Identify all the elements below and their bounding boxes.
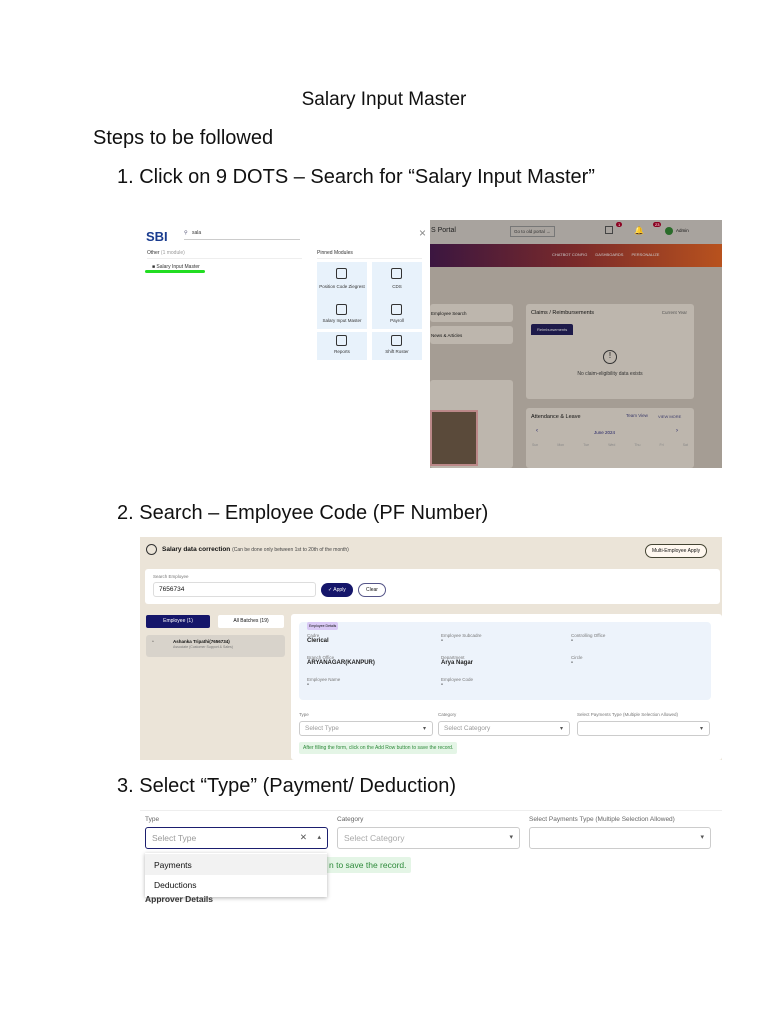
portal-nav: CHATBOT CONFIG DASHBOARDS PERSONALIZE (552, 252, 659, 257)
other-heading: Other (1 module) (147, 250, 302, 259)
type-label: Type (299, 712, 309, 717)
info-message: n to save the record. (325, 857, 411, 873)
attendance-card: Attendance & Leave Team View VIEW MORE ‹… (526, 408, 694, 468)
team-view-link[interactable]: Team View (626, 413, 648, 418)
info-icon: ! (603, 350, 617, 364)
salary-icon (336, 304, 347, 315)
pinned-position-code[interactable]: Position Code Ziegrest (317, 262, 367, 304)
details-badge: Employee Details (307, 622, 339, 630)
admin-label: Admin (676, 228, 689, 233)
category-select[interactable]: Select Category ▾ (438, 721, 570, 736)
pinned-salary-input-master[interactable]: Salary Input Master (317, 301, 367, 329)
pinned-cds[interactable]: CDS (372, 262, 422, 304)
tab-all-batches[interactable]: All Batches (19) (218, 615, 284, 628)
org-chart-icon (336, 268, 347, 279)
chevron-up-icon[interactable]: ▴ (317, 833, 321, 841)
step-3: 3. Select “Type” (Payment/ Deduction) (117, 775, 457, 797)
bell-icon[interactable]: 🔔 (634, 226, 644, 235)
news-card[interactable]: News & Articles (430, 326, 513, 344)
module-search-input[interactable]: ⚲ sala (184, 230, 300, 240)
broken-image-icon: ▫ (152, 639, 154, 645)
calendar-icon (391, 335, 402, 346)
cadre-value: Clerical (307, 638, 329, 644)
pinned-payroll[interactable]: Payroll (372, 301, 422, 329)
type-dropdown-menu: Payments Deductions (145, 853, 327, 897)
apply-button[interactable]: ✓ Apply (321, 583, 353, 597)
attendance-title: Attendance & Leave (531, 414, 581, 420)
employee-list-item[interactable]: ▫ Ashanka Tripathi(7656734) Associate (C… (146, 635, 285, 657)
reimbursements-tab[interactable]: Reimbursements (531, 324, 574, 335)
nav-personalize[interactable]: PERSONALIZE (631, 252, 659, 257)
screenshot-salary-correction: Salary data correction (Can be done only… (140, 537, 722, 760)
type-label: Type (145, 816, 160, 823)
notification-count: 23 (653, 222, 662, 227)
category-label: Category (337, 816, 364, 823)
employee-name: Ashanka Tripathi(7656734) (173, 639, 230, 644)
type-select[interactable]: Select Type ▾ (299, 721, 433, 736)
prev-month-icon[interactable]: ‹ (536, 428, 538, 434)
document-title: Salary Input Master (301, 89, 467, 110)
employee-search-card[interactable]: Employee Search (430, 304, 513, 322)
other-count: (1 module) (160, 250, 185, 256)
branch-value: ARYANAGAR(KANPUR) (307, 660, 375, 666)
employee-role: Associate (Customer Support & Sales) (173, 645, 233, 649)
pinned-reports[interactable]: Reports (317, 332, 367, 360)
portal-title: S Portal (431, 227, 456, 234)
search-employee-label: Search Employee (153, 574, 189, 579)
step-2: 2. Search – Employee Code (PF Number) (117, 502, 489, 524)
category-select[interactable]: Select Category ▾ (337, 827, 520, 849)
profile-photo (430, 410, 478, 466)
payments-type-label: Select Payments Type (Multiple Selection… (529, 816, 675, 823)
next-month-icon[interactable]: › (676, 428, 678, 434)
highlight-underline (145, 270, 205, 273)
sbi-logo: SBI (146, 229, 168, 244)
claims-card: Claims / Reimbursements Current Year Rei… (526, 304, 694, 399)
nav-dashboards[interactable]: DASHBOARDS (595, 252, 623, 257)
cds-icon (391, 268, 402, 279)
screenshot-module-search: SBI ⚲ sala × Other (1 module) ■ Salary In… (140, 220, 430, 468)
info-message: After filling the form, click on the Add… (299, 742, 458, 754)
payroll-icon (391, 304, 402, 315)
profile-card (430, 380, 513, 468)
employee-details-panel: Employee Details Cadre Clerical Employee … (299, 622, 711, 700)
report-icon (336, 335, 347, 346)
department-value: Arya Nagar (441, 660, 474, 666)
screenshot-type-dropdown: Type Select Type ✕ ▴ Category Select Categ… (140, 808, 722, 905)
avatar[interactable] (665, 227, 673, 235)
page-header: Salary data correction (Can be done only… (162, 546, 349, 553)
type-select-open[interactable]: Select Type ✕ ▴ (145, 827, 328, 849)
period-select[interactable]: Current Year (662, 310, 687, 315)
claims-title: Claims / Reimbursements (531, 310, 594, 316)
step-1: 1. Click on 9 DOTS – Search for “Salary … (117, 166, 595, 188)
pinned-heading: Pinned Modules (317, 250, 422, 259)
clipboard-icon[interactable] (605, 226, 613, 234)
payments-type-select[interactable]: ▾ (577, 721, 710, 736)
search-value: sala (192, 230, 202, 236)
multi-employee-apply-button[interactable]: Multi-Employee Apply (645, 544, 708, 558)
old-portal-button[interactable]: Go to old portal → (510, 226, 555, 237)
option-payments[interactable]: Payments (145, 854, 327, 875)
user-icon (146, 544, 157, 555)
claims-empty-text: No claim-eligibility data exists (577, 371, 643, 377)
search-employee-input[interactable]: 7656734 (153, 582, 316, 597)
tab-employee[interactable]: Employee (1) (146, 615, 210, 628)
option-deductions[interactable]: Deductions (145, 875, 327, 896)
steps-heading: Steps to be followed (93, 127, 274, 149)
search-icon: ⚲ (184, 230, 188, 236)
payments-type-label: Select Payments Type (Multiple Selection… (577, 712, 678, 717)
weekday-row: Sun Mon Tue Wed Thu Fri Sat (532, 443, 688, 447)
screenshot-portal-dimmed: S Portal Go to old portal → 1 🔔 23 Admin… (430, 220, 722, 468)
other-label: Other (147, 250, 160, 256)
approver-details-heading: Approver Details (145, 894, 214, 904)
pinned-shift-roster[interactable]: Shift Roster (372, 332, 422, 360)
nav-chatbot[interactable]: CHATBOT CONFIG (552, 252, 587, 257)
clear-icon[interactable]: ✕ (300, 832, 307, 843)
payments-type-select[interactable]: ▾ (529, 827, 711, 849)
month-label: June 2024 (594, 430, 616, 435)
close-icon[interactable]: × (419, 226, 426, 240)
view-more-link[interactable]: VIEW MORE (658, 414, 681, 419)
category-label: Category (438, 712, 457, 717)
clear-button[interactable]: Clear (358, 583, 386, 597)
